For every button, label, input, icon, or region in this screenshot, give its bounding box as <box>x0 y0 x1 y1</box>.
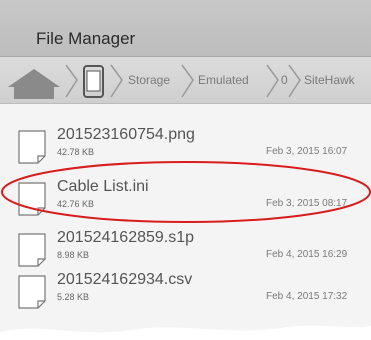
breadcrumb: Storage Emulated 0 SiteHawk <box>0 57 371 104</box>
file-date: Feb 3, 2015 16:07 <box>266 146 348 157</box>
file-manager-screen: File Manager Storage Emulated 0 SiteHawk <box>0 0 371 340</box>
file-size: 5.28 KB <box>57 292 90 302</box>
file-size: 42.76 KB <box>57 199 95 209</box>
file-icon <box>18 130 46 164</box>
torn-edge <box>0 325 371 340</box>
title-bar: File Manager <box>0 0 371 57</box>
file-name: 201523160754.png <box>57 126 195 143</box>
file-size: 8.98 KB <box>57 250 90 260</box>
file-date: Feb 3, 2015 08:17 <box>266 198 348 209</box>
file-date: Feb 4, 2015 17:32 <box>266 291 348 302</box>
app-title: File Manager <box>36 29 136 48</box>
file-date: Feb 4, 2015 16:29 <box>266 249 348 260</box>
breadcrumb-emulated[interactable]: Emulated <box>198 73 249 87</box>
list-item[interactable]: Cable List.ini 42.76 KB Feb 3, 2015 08:1… <box>0 178 371 230</box>
file-size: 42.78 KB <box>57 147 95 157</box>
breadcrumb-sitehawk[interactable]: SiteHawk <box>304 73 355 87</box>
file-name: 201524162934.csv <box>57 271 193 288</box>
file-name: 201524162859.s1p <box>57 229 195 246</box>
breadcrumb-storage[interactable]: Storage <box>128 73 170 87</box>
list-item[interactable]: 201523160754.png 42.78 KB Feb 3, 2015 16… <box>0 126 371 178</box>
file-icon <box>18 182 46 216</box>
file-icon <box>18 233 46 267</box>
phone-icon[interactable] <box>83 65 104 98</box>
file-icon <box>18 275 46 309</box>
home-icon[interactable] <box>8 69 60 99</box>
file-list: 201523160754.png 42.78 KB Feb 3, 2015 16… <box>0 104 371 334</box>
breadcrumb-0[interactable]: 0 <box>281 73 288 87</box>
file-name: Cable List.ini <box>57 178 149 195</box>
